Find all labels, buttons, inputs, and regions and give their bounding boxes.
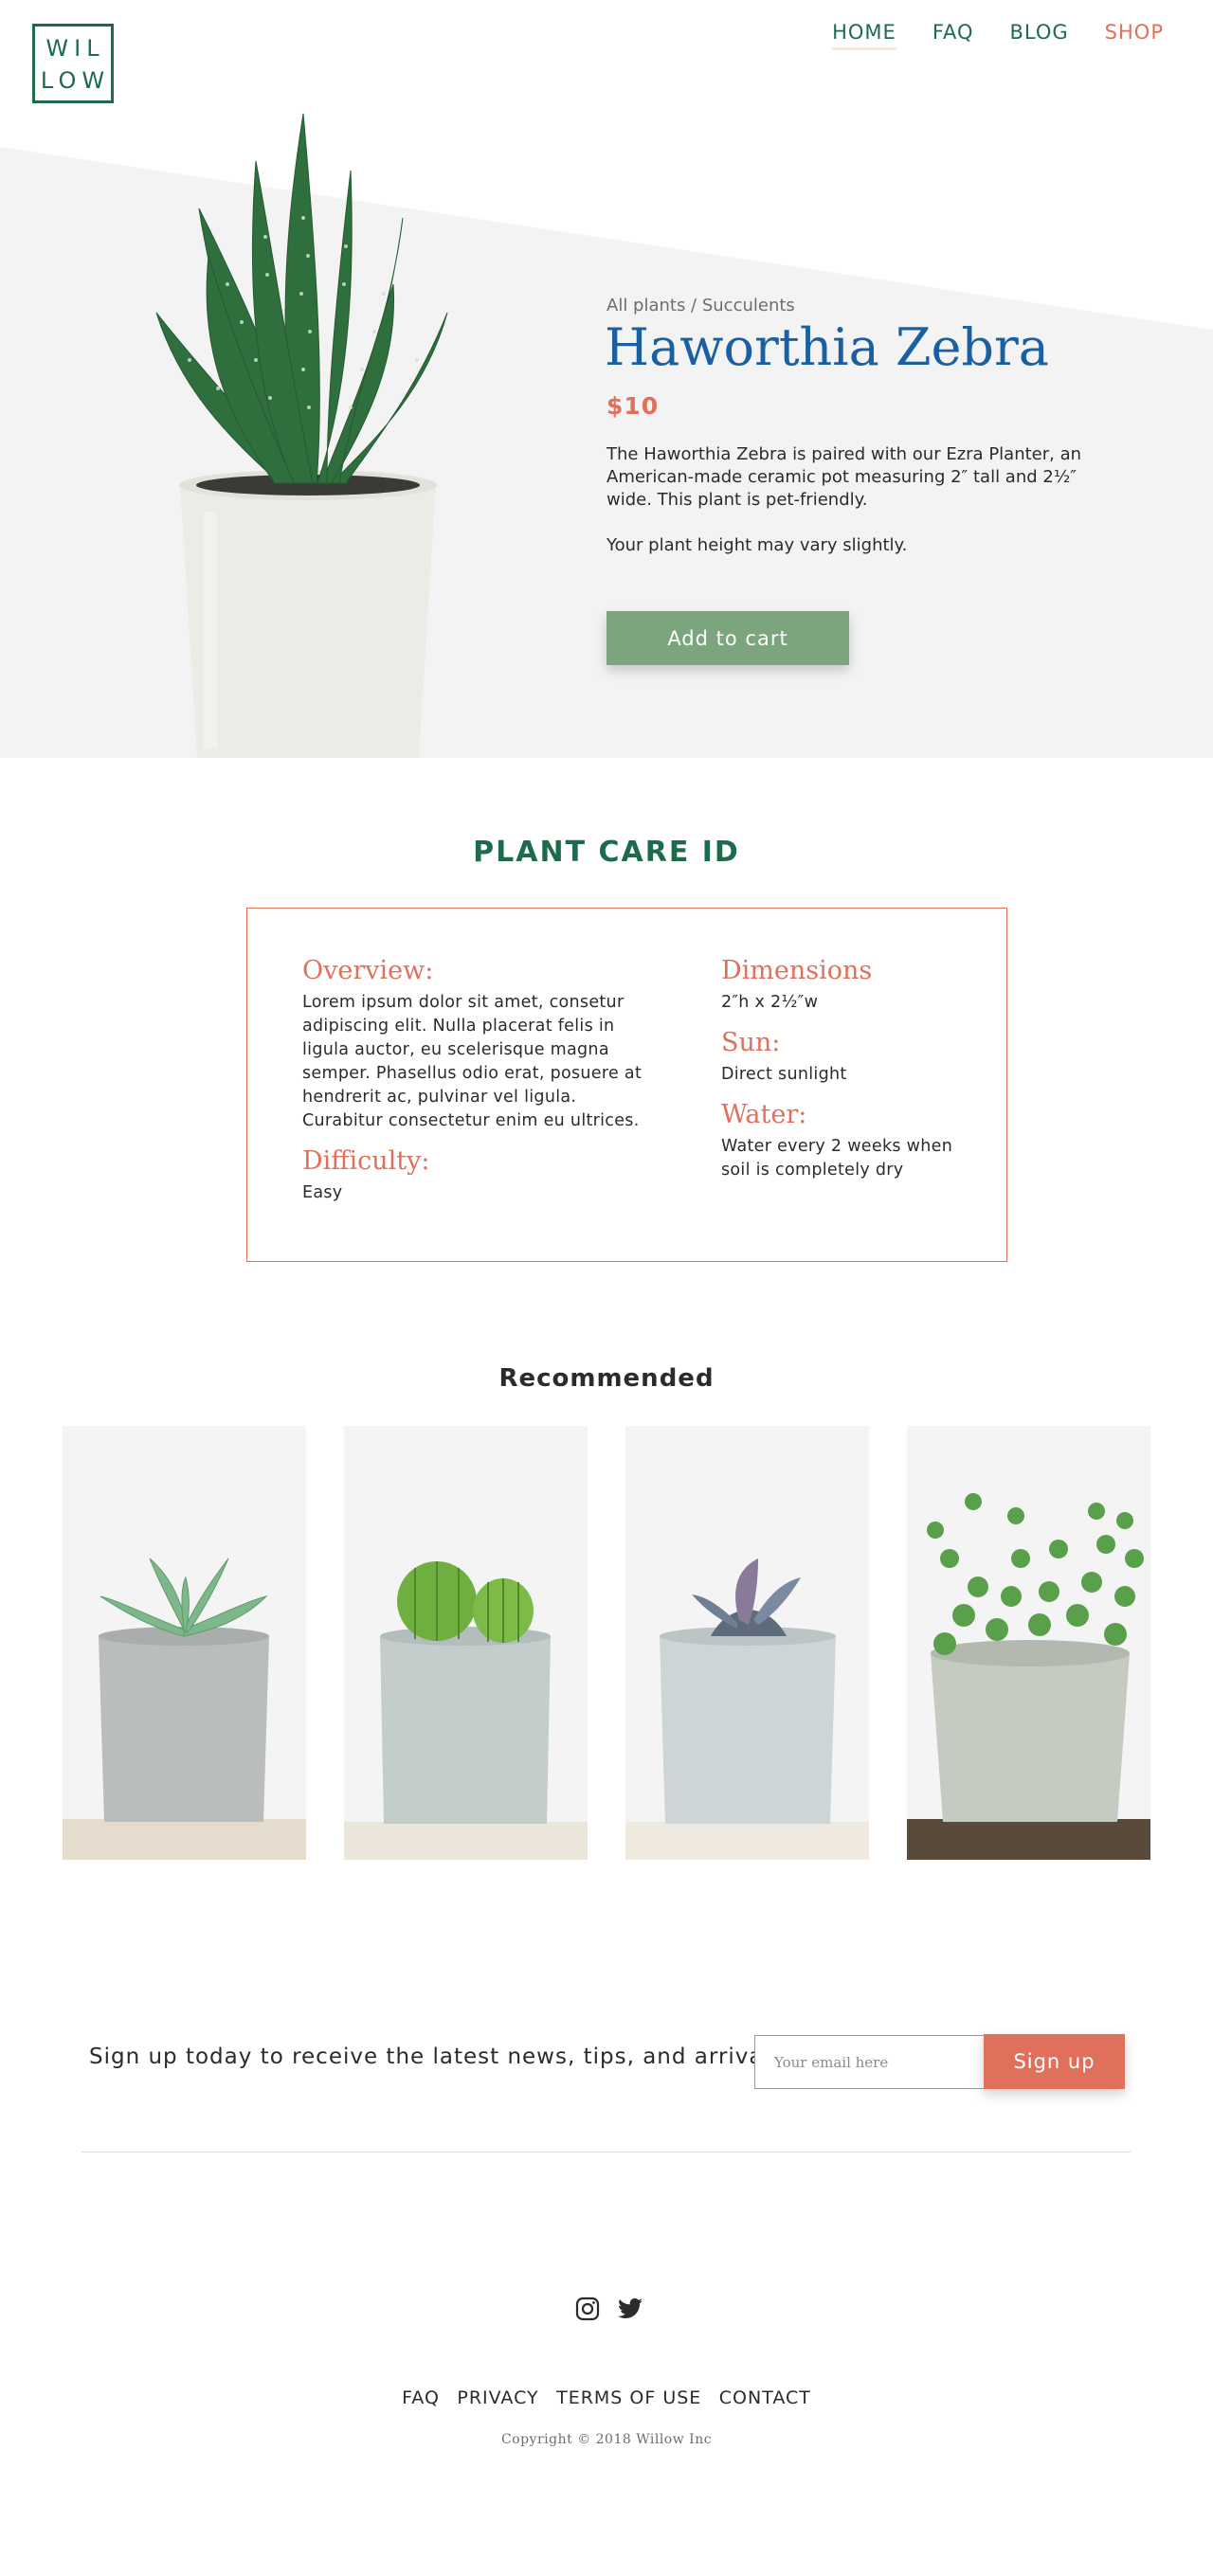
recommended-heading: Recommended [498,1364,715,1393]
footer-links: FAQ PRIVACY TERMS OF USE CONTACT [0,2387,1213,2408]
hero-section: WIL LOW HOME FAQ BLOG SHOP All plants / … [0,0,1213,758]
dimensions-label: Dimensions [721,956,873,985]
main-nav: HOME FAQ BLOG SHOP [796,21,1164,50]
sun-text: Direct sunlight [721,1065,847,1084]
add-to-cart-button[interactable]: Add to cart [606,611,849,665]
nav-home[interactable]: HOME [832,21,896,50]
recommended-image-2 [344,1561,588,1860]
breadcrumb[interactable]: All plants / Succulents [606,296,795,315]
product-title: Haworthia Zebra [605,317,1049,377]
footer-link-faq[interactable]: FAQ [402,2387,440,2408]
recommended-image-1 [63,1558,306,1860]
plant-care-box: Overview: Lorem ipsum dolor sit amet, co… [246,908,1007,1262]
recommended-product-3[interactable] [625,1426,869,1860]
difficulty-text: Easy [302,1183,343,1202]
overview-label: Overview: [302,956,434,985]
twitter-icon[interactable] [616,2296,643,2322]
nav-faq[interactable]: FAQ [932,21,974,50]
difficulty-label: Difficulty: [302,1146,430,1176]
logo-line-2: LOW [40,67,111,94]
footer-link-terms[interactable]: TERMS OF USE [556,2387,701,2408]
water-text: Water every 2 weeks when soil is complet… [721,1137,953,1180]
willow-logo[interactable]: WIL LOW [32,24,114,103]
water-label: Water: [721,1100,807,1129]
recommended-image-3 [625,1558,869,1860]
product-description-text: The Haworthia Zebra is paired with our E… [606,444,1082,510]
care-right-column: Dimensions 2″h x 2½″w Sun: Direct sunlig… [721,956,977,1182]
sun-label: Sun: [721,1028,781,1057]
plant-care-heading: PLANT CARE ID [473,836,740,869]
nav-shop[interactable]: SHOP [1105,21,1164,50]
breadcrumb-text[interactable]: All plants / Succulents [606,296,795,315]
newsletter-text: Sign up today to receive the latest news… [89,2045,783,2069]
email-input[interactable] [754,2035,986,2089]
logo-line-1: WIL [45,35,105,62]
nav-blog[interactable]: BLOG [1010,21,1069,50]
footer-link-privacy[interactable]: PRIVACY [457,2387,538,2408]
copyright: Copyright © 2018 Willow Inc [500,2432,713,2447]
product-price: $10 [606,392,660,420]
dimensions-text: 2″h x 2½″w [721,993,819,1012]
overview-text: Lorem ipsum dolor sit amet, consetur adi… [302,993,643,1130]
product-description: The Haworthia Zebra is paired with our E… [606,443,1090,580]
recommended-product-4[interactable] [907,1426,1150,1860]
care-left-column: Overview: Lorem ipsum dolor sit amet, co… [302,956,643,1205]
instagram-icon[interactable] [574,2296,601,2322]
recommended-product-2[interactable] [344,1426,588,1860]
recommended-image-4 [907,1493,1150,1860]
social-links [574,2296,643,2322]
product-image-haworthia-zebra [155,113,448,758]
footer-link-contact[interactable]: CONTACT [719,2387,811,2408]
recommended-product-1[interactable] [63,1426,306,1860]
footer-divider [81,2152,1131,2153]
product-note: Your plant height may vary slightly. [606,535,908,555]
sign-up-button[interactable]: Sign up [984,2034,1125,2089]
